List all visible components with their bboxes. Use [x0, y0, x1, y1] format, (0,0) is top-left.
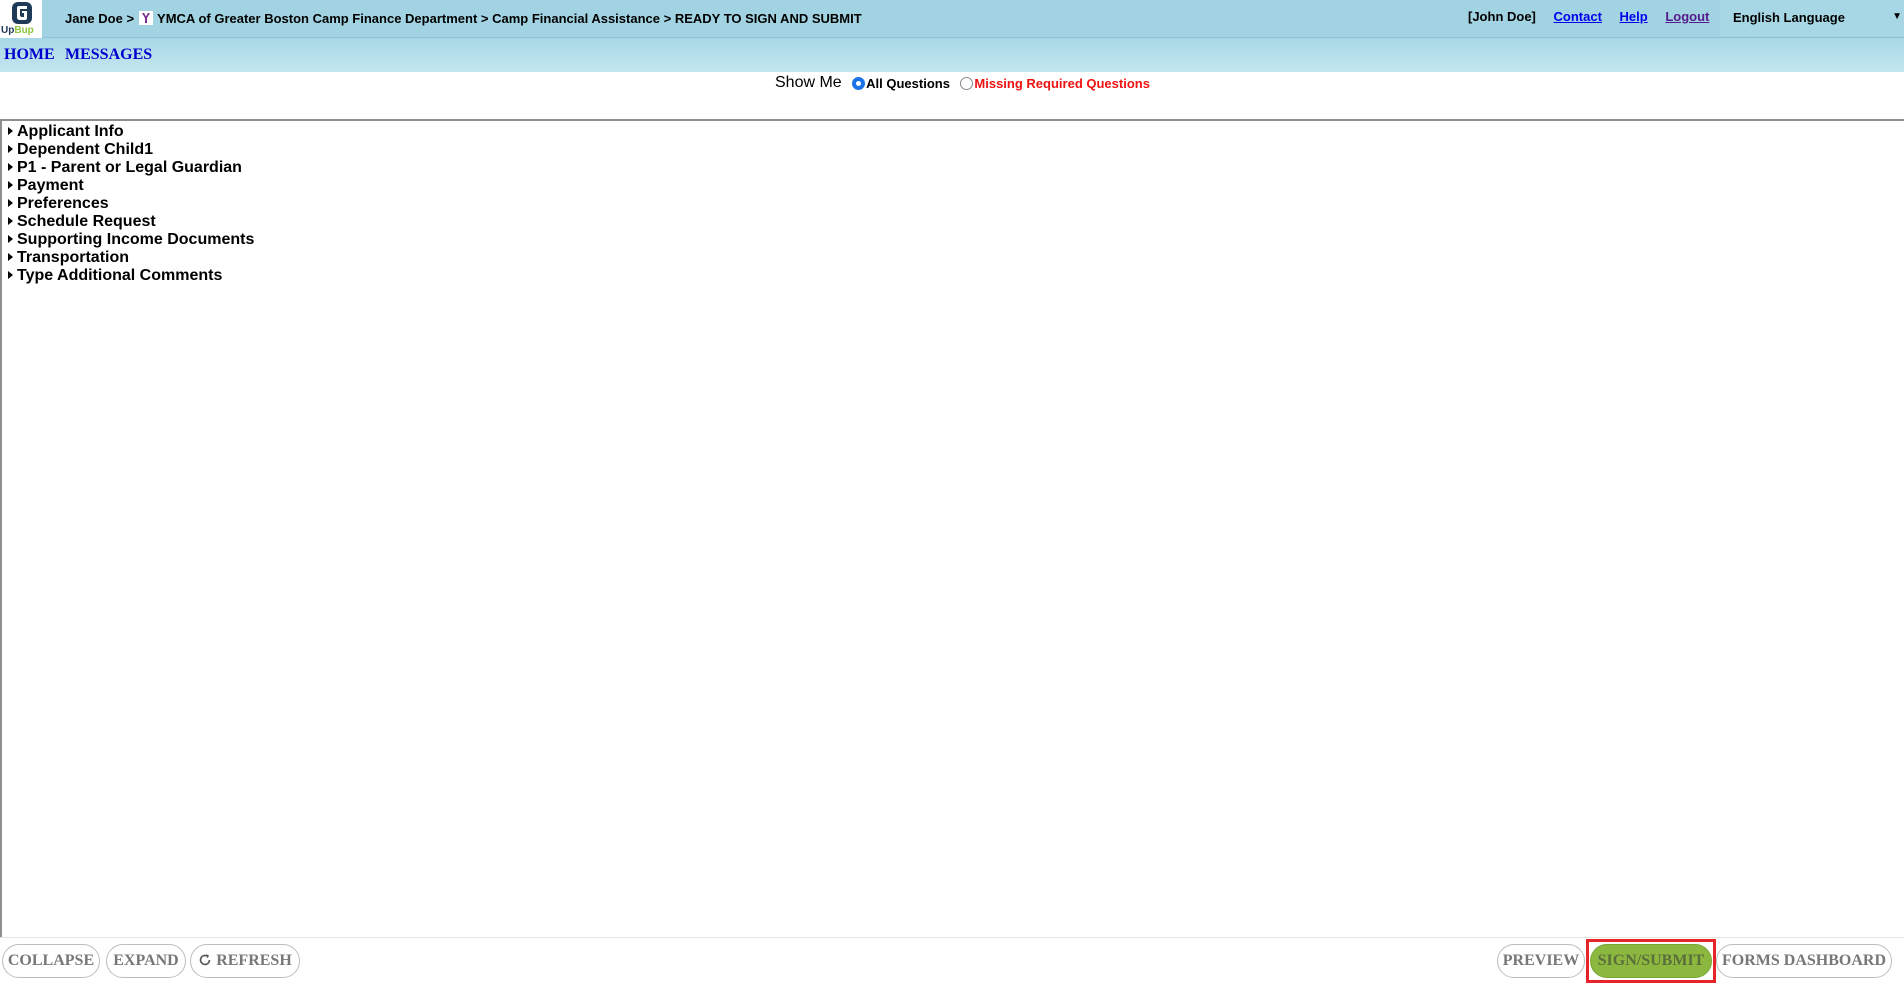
show-me-filter: Show Me All Questions Missing Required Q…: [775, 74, 1150, 92]
expand-triangle-icon: [8, 144, 13, 153]
collapse-button[interactable]: COLLAPSE: [2, 944, 100, 978]
language-select-value: English Language: [1733, 10, 1845, 25]
breadcrumb-separator: >: [480, 11, 489, 26]
nav-messages-link[interactable]: MESSAGES: [65, 46, 152, 64]
account-name: [John Doe]: [1468, 9, 1536, 24]
breadcrumb: Jane Doe > YMCA of Greater Boston Camp F…: [65, 10, 862, 27]
section-transportation[interactable]: Transportation: [8, 249, 1904, 267]
top-bar: UpBup Jane Doe > YMCA of Greater Boston …: [0, 0, 1904, 38]
contact-link[interactable]: Contact: [1554, 9, 1602, 24]
section-label: Payment: [17, 177, 84, 194]
section-schedule-request[interactable]: Schedule Request: [8, 213, 1904, 231]
logo-mark-icon: [12, 2, 32, 24]
all-questions-radio[interactable]: [852, 76, 866, 90]
expand-triangle-icon: [8, 126, 13, 135]
section-list: Applicant Info Dependent Child1 P1 - Par…: [2, 121, 1904, 285]
logout-link[interactable]: Logout: [1665, 9, 1709, 24]
expand-triangle-icon: [8, 162, 13, 171]
section-preferences[interactable]: Preferences: [8, 195, 1904, 213]
section-type-additional-comments[interactable]: Type Additional Comments: [8, 267, 1904, 285]
form-sections-panel: Applicant Info Dependent Child1 P1 - Par…: [0, 119, 1904, 937]
missing-required-label[interactable]: Missing Required Questions: [974, 76, 1150, 91]
breadcrumb-org[interactable]: YMCA of Greater Boston Camp Finance Depa…: [157, 11, 477, 26]
breadcrumb-program[interactable]: Camp Financial Assistance: [492, 11, 660, 26]
breadcrumb-user[interactable]: Jane Doe: [65, 11, 123, 26]
upbup-logo[interactable]: UpBup: [0, 0, 42, 38]
section-label: Type Additional Comments: [17, 267, 223, 284]
expand-triangle-icon: [8, 198, 13, 207]
section-label: Applicant Info: [17, 123, 124, 140]
nav-bar: HOME MESSAGES: [0, 38, 1904, 72]
help-link[interactable]: Help: [1620, 9, 1648, 24]
expand-triangle-icon: [8, 234, 13, 243]
ymca-icon: [138, 10, 153, 25]
breadcrumb-separator: >: [663, 11, 672, 26]
forms-dashboard-button[interactable]: FORMS DASHBOARD: [1716, 944, 1892, 978]
refresh-icon: [199, 954, 211, 966]
expand-triangle-icon: [8, 252, 13, 261]
breadcrumb-status: READY TO SIGN AND SUBMIT: [674, 11, 862, 26]
refresh-button[interactable]: REFRESH: [190, 944, 300, 978]
all-questions-label[interactable]: All Questions: [866, 76, 950, 91]
section-dependent-child1[interactable]: Dependent Child1: [8, 141, 1904, 159]
language-select[interactable]: English Language ▼: [1720, 0, 1904, 36]
breadcrumb-separator: >: [126, 11, 135, 26]
section-label: Preferences: [17, 195, 109, 212]
nav-home-link[interactable]: HOME: [4, 46, 55, 64]
section-label: Dependent Child1: [17, 141, 154, 158]
section-label: Schedule Request: [17, 213, 156, 230]
preview-button[interactable]: PREVIEW: [1497, 944, 1585, 978]
expand-triangle-icon: [8, 270, 13, 279]
section-p1-parent[interactable]: P1 - Parent or Legal Guardian: [8, 159, 1904, 177]
refresh-button-label: REFRESH: [216, 952, 292, 969]
section-label: Transportation: [17, 249, 130, 266]
missing-required-radio[interactable]: [960, 76, 974, 90]
expand-triangle-icon: [8, 180, 13, 189]
expand-triangle-icon: [8, 216, 13, 225]
section-applicant-info[interactable]: Applicant Info: [8, 123, 1904, 141]
footer-toolbar: COLLAPSE EXPAND REFRESH PREVIEW SIGN/SUB…: [0, 937, 1904, 984]
user-area: [John Doe] Contact Help Logout: [1468, 9, 1709, 24]
logo-text: UpBup: [1, 25, 34, 36]
section-supporting-income-documents[interactable]: Supporting Income Documents: [8, 231, 1904, 249]
sign-submit-highlight: [1586, 939, 1716, 983]
expand-button[interactable]: EXPAND: [106, 944, 186, 978]
show-me-label: Show Me: [775, 74, 842, 91]
section-label: Supporting Income Documents: [17, 231, 255, 248]
section-payment[interactable]: Payment: [8, 177, 1904, 195]
chevron-down-icon: ▼: [1892, 11, 1902, 22]
section-label: P1 - Parent or Legal Guardian: [17, 159, 242, 176]
